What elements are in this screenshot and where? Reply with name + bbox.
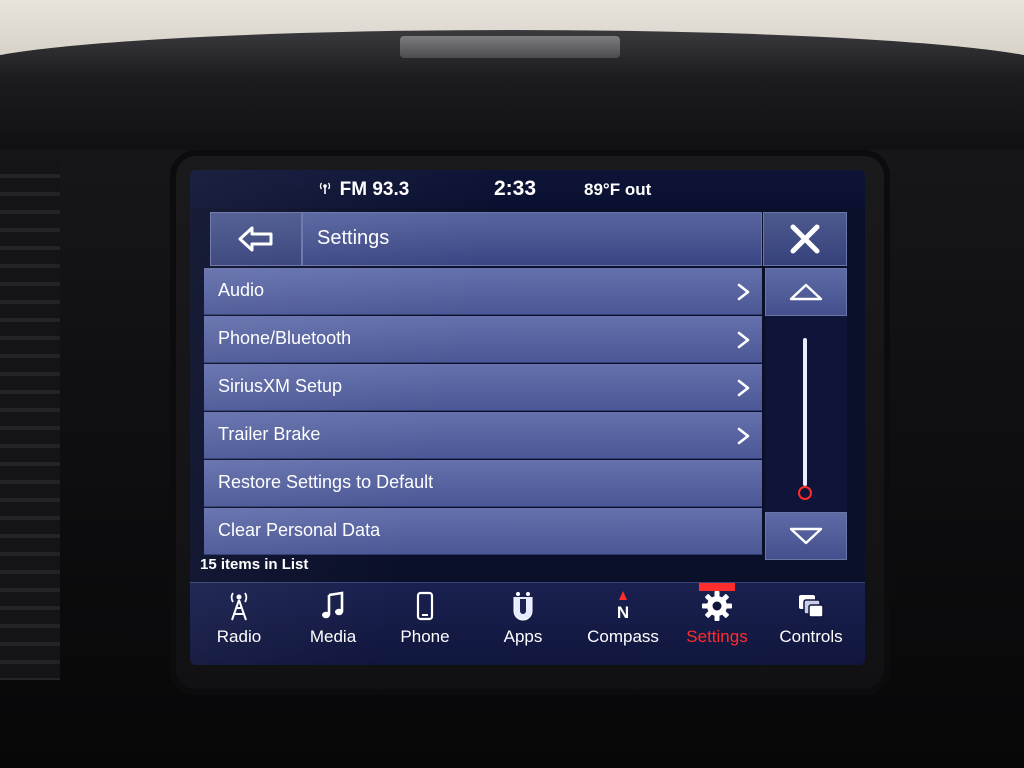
list-item-label: SiriusXM Setup — [218, 376, 343, 396]
antenna-icon — [318, 182, 336, 198]
list-item-label: Phone/Bluetooth — [218, 328, 352, 348]
nav-apps[interactable]: Apps — [478, 589, 568, 661]
list-item-label: Audio — [218, 280, 265, 300]
scroll-track[interactable] — [803, 338, 807, 486]
back-button[interactable] — [210, 212, 302, 266]
clock: 2:33 — [494, 177, 537, 200]
list-item-phone-bluetooth[interactable]: Phone/Bluetooth — [204, 316, 762, 363]
page-title-bar: Settings — [302, 212, 762, 266]
bottom-nav: Radio Media Phone Apps N Compass Setting… — [190, 582, 865, 665]
music-note-icon — [322, 591, 344, 619]
scroll-down-button[interactable] — [765, 512, 847, 560]
chevron-right-icon — [737, 379, 750, 397]
infotainment-screen: FM 93.3 2:33 89°F out Settings Audio Pho… — [190, 170, 865, 665]
nav-label: Settings — [686, 627, 748, 646]
air-vent — [0, 160, 60, 680]
page-title: Settings — [317, 227, 390, 249]
list-item-trailer-brake[interactable]: Trailer Brake — [204, 412, 762, 459]
close-icon — [790, 224, 820, 254]
nav-media[interactable]: Media — [288, 589, 378, 661]
phone-icon — [416, 591, 434, 621]
list-item-label: Restore Settings to Default — [218, 472, 434, 492]
header: Settings — [190, 212, 865, 268]
compass-icon: N — [617, 591, 629, 622]
dashboard-logo — [400, 36, 620, 58]
list-item-label: Clear Personal Data — [218, 520, 381, 540]
close-button[interactable] — [763, 212, 847, 266]
nav-label: Apps — [503, 627, 543, 646]
controls-icon — [799, 595, 824, 618]
active-indicator — [699, 583, 735, 591]
triangle-up-icon — [789, 283, 823, 301]
nav-label: Controls — [779, 627, 843, 646]
settings-list: Audio Phone/Bluetooth SiriusXM Setup Tra… — [204, 268, 762, 558]
scroll-thumb[interactable] — [798, 486, 812, 500]
nav-radio[interactable]: Radio — [194, 589, 284, 661]
radio-station: FM 93.3 — [339, 179, 410, 200]
apps-icon — [513, 592, 533, 621]
list-item-clear-personal-data[interactable]: Clear Personal Data — [204, 508, 762, 555]
nav-label: Phone — [400, 627, 450, 646]
gear-icon — [702, 591, 732, 621]
back-arrow-icon — [238, 226, 273, 252]
scrollbar — [765, 268, 847, 560]
outside-temperature: 89°F out — [584, 180, 652, 199]
radio-status[interactable]: FM 93.3 — [318, 179, 409, 201]
nav-label: Radio — [216, 627, 262, 646]
chevron-right-icon — [737, 427, 750, 445]
nav-label: Compass — [587, 627, 659, 646]
list-item-label: Trailer Brake — [218, 424, 321, 444]
nav-settings[interactable]: Settings — [672, 583, 762, 661]
status-bar: FM 93.3 2:33 89°F out — [190, 170, 865, 208]
nav-phone[interactable]: Phone — [380, 589, 470, 661]
chevron-right-icon — [737, 331, 750, 349]
chevron-right-icon — [737, 283, 750, 301]
nav-compass[interactable]: N Compass — [578, 589, 668, 661]
nav-label: Media — [309, 627, 357, 646]
list-item-siriusxm-setup[interactable]: SiriusXM Setup — [204, 364, 762, 411]
scroll-up-button[interactable] — [765, 268, 847, 316]
svg-text:N: N — [617, 603, 629, 622]
list-item-audio[interactable]: Audio — [204, 268, 762, 315]
nav-controls[interactable]: Controls — [766, 589, 856, 661]
item-count: 15 items in List — [200, 556, 309, 573]
radio-tower-icon — [230, 592, 248, 621]
triangle-down-icon — [789, 527, 823, 545]
vehicle-dashboard-photo: FM 93.3 2:33 89°F out Settings Audio Pho… — [0, 0, 1024, 768]
list-item-restore-defaults[interactable]: Restore Settings to Default — [204, 460, 762, 507]
